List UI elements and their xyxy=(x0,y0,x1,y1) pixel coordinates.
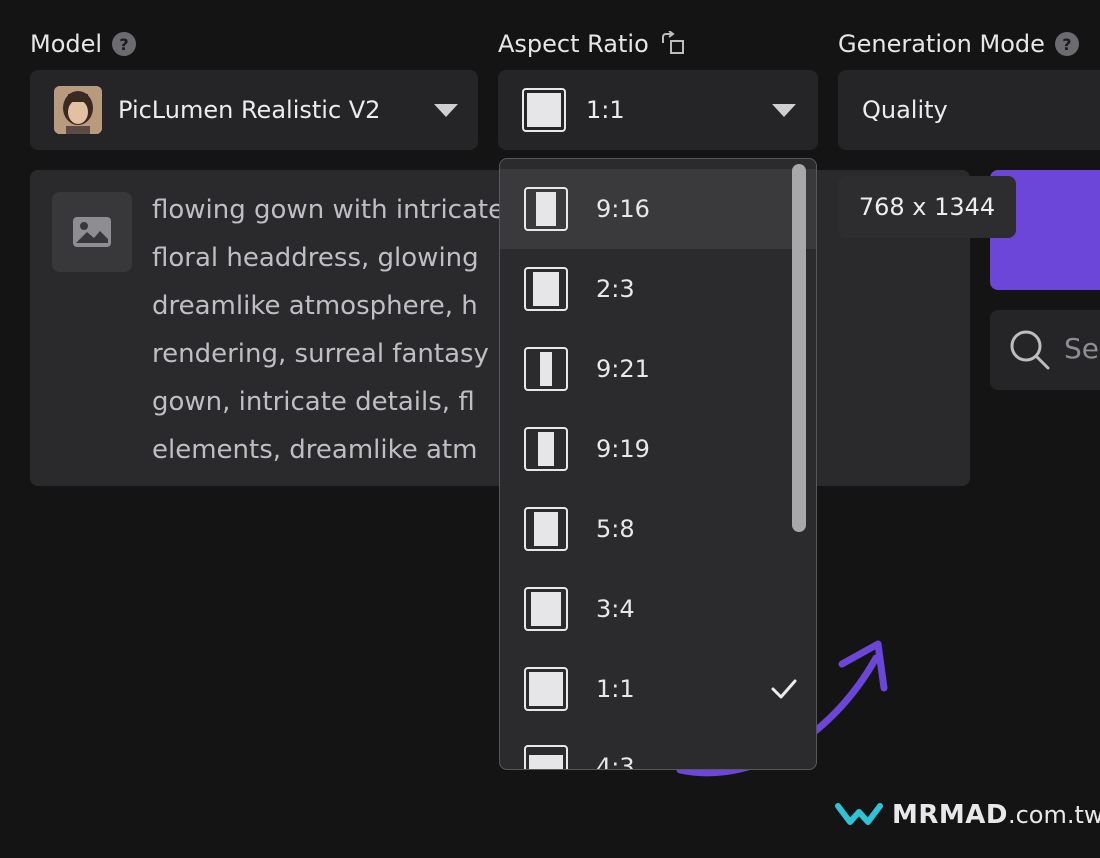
generation-mode-selected-value: Quality xyxy=(862,96,948,124)
model-label-text: Model xyxy=(30,30,103,58)
aspect-ratio-dropdown: 9:16 2:3 9:21 9:19 5:8 3:4 1:1 4:3 xyxy=(499,158,817,770)
ratio-option-label: 4:3 xyxy=(596,753,635,770)
aspect-ratio-label: Aspect Ratio xyxy=(498,30,687,58)
ratio-option-label: 1:1 xyxy=(596,675,635,703)
mode-help-icon[interactable]: ? xyxy=(1054,32,1079,56)
ratio-9-19-icon xyxy=(524,427,568,471)
ratio-9-21-icon xyxy=(524,347,568,391)
generation-mode-label: Generation Mode ? xyxy=(838,30,1079,58)
model-help-icon[interactable]: ? xyxy=(112,32,137,56)
chevron-down-icon xyxy=(434,104,458,117)
generation-mode-label-text: Generation Mode xyxy=(838,30,1045,58)
ratio-option-label: 3:4 xyxy=(596,595,635,623)
image-upload-button[interactable] xyxy=(52,192,132,272)
ratio-option-3-4[interactable]: 3:4 xyxy=(500,569,816,649)
ratio-4-3-icon xyxy=(524,745,568,769)
watermark-suffix: .com.tw xyxy=(1007,801,1100,829)
rotate-ratio-icon[interactable] xyxy=(659,31,687,57)
ratio-2-3-icon xyxy=(524,267,568,311)
aspect-ratio-selected-value: 1:1 xyxy=(586,96,625,124)
ratio-5-8-icon xyxy=(524,507,568,551)
model-label: Model ? xyxy=(30,30,137,58)
watermark-brand: MRMAD xyxy=(892,800,1008,830)
brand-logo-icon xyxy=(835,803,883,825)
ratio-option-label: 9:19 xyxy=(596,435,650,463)
resolution-tooltip: 768 x 1344 xyxy=(838,176,1016,238)
generation-mode-select[interactable]: Quality xyxy=(838,70,1100,150)
model-avatar xyxy=(54,86,102,134)
ratio-1-1-icon xyxy=(524,667,568,711)
search-field[interactable]: Se xyxy=(990,310,1100,390)
chevron-down-icon xyxy=(772,104,796,117)
resolution-tooltip-text: 768 x 1344 xyxy=(858,193,996,221)
model-select[interactable]: PicLumen Realistic V2 xyxy=(30,70,478,150)
image-icon xyxy=(73,217,111,247)
ratio-option-9-21[interactable]: 9:21 xyxy=(500,329,816,409)
ratio-option-1-1[interactable]: 1:1 xyxy=(500,649,816,729)
watermark: MRMAD .com.tw xyxy=(834,800,1100,830)
ratio-option-label: 5:8 xyxy=(596,515,635,543)
ratio-option-label: 9:21 xyxy=(596,355,650,383)
search-icon xyxy=(1010,330,1050,370)
aspect-ratio-label-text: Aspect Ratio xyxy=(498,30,649,58)
ratio-1-1-icon xyxy=(522,88,566,132)
model-selected-value: PicLumen Realistic V2 xyxy=(118,96,381,124)
ratio-option-label: 2:3 xyxy=(596,275,635,303)
ratio-9-16-icon xyxy=(524,187,568,231)
ratio-option-5-8[interactable]: 5:8 xyxy=(500,489,816,569)
ratio-option-label: 9:16 xyxy=(596,195,650,223)
search-placeholder: Se xyxy=(1064,332,1099,365)
ratio-option-2-3[interactable]: 2:3 xyxy=(500,249,816,329)
dropdown-scrollbar[interactable] xyxy=(792,164,806,532)
ratio-option-4-3[interactable]: 4:3 xyxy=(500,729,816,770)
ratio-option-9-19[interactable]: 9:19 xyxy=(500,409,816,489)
aspect-ratio-select[interactable]: 1:1 xyxy=(498,70,818,150)
ratio-option-9-16[interactable]: 9:16 xyxy=(500,169,816,249)
check-icon xyxy=(771,679,797,699)
ratio-3-4-icon xyxy=(524,587,568,631)
